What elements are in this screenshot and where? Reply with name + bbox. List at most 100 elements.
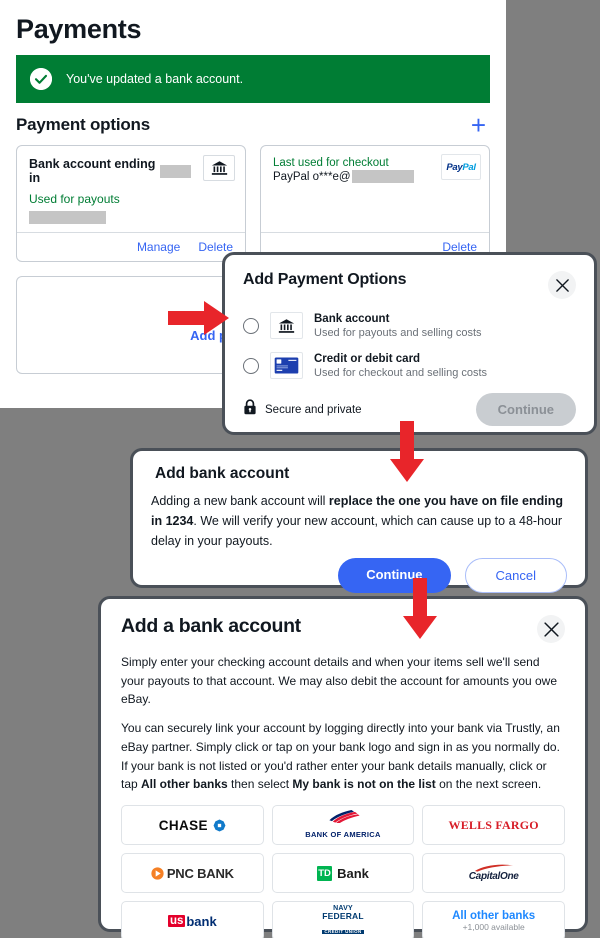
td-logo-text: Bank [337,865,369,881]
navy-federal-line-3: CREDIT UNION [322,928,364,935]
bank-list-modal-title: Add a bank account [121,615,301,637]
bank-card-detail-redacted [29,211,106,224]
td-logo-mark: TD [317,865,333,881]
pnc-circle-icon [151,866,164,880]
all-other-banks-title: All other banks [452,909,536,922]
us-bank-logo-text: bank [186,913,217,929]
paypal-logo-pal: Pal [462,161,476,173]
bank-icon [203,155,235,181]
option-sub-credit-card: Used for checkout and selling costs [314,366,488,379]
option-sub-bank-account: Used for payouts and selling costs [314,326,482,339]
cancel-button[interactable]: Cancel [464,558,567,594]
add-bank-confirm-buttons: Continue Cancel [151,558,567,594]
add-bank-body-part2: . We will verify your new account, which… [151,513,563,548]
add-bank-confirm-title: Add bank account [155,465,290,482]
paypal-card-email-redacted [351,170,414,183]
payment-options-heading: Payment options [16,115,150,134]
bank-card-actions: Manage Delete [17,232,245,261]
bank-logo-grid: CHASE BANK OF AMERICA WELLS FARGO PNC BA… [121,805,565,938]
paypal-card-body: Last used for checkout PayPal o***e@ Pay… [261,146,489,232]
bank-option-navy-federal[interactable]: NAVY FEDERAL CREDIT UNION [271,901,415,938]
payment-options-header: Payment options + [16,112,490,138]
bank-card-status: Used for payouts [29,192,120,206]
arrow-to-bank-list-modal [402,578,438,640]
bank-icon [270,312,303,339]
bank-option-us-bank[interactable]: us bank [121,901,264,938]
close-icon[interactable] [548,271,576,299]
bank-option-td-bank[interactable]: TD Bank [271,853,415,894]
all-other-banks-sub: +1,000 available [462,921,525,932]
arrow-to-add-bank-modal [389,421,425,483]
boa-flag-icon [329,809,360,823]
td-bank-logo: TD Bank [317,865,369,881]
option-row-credit-card[interactable]: Credit or debit card Used for checkout a… [243,352,576,379]
paypal-logo: Pay Pal [441,154,481,180]
option-text-bank-account: Bank account Used for payouts and sellin… [314,313,482,339]
bank-card-title: Bank account ending in [29,157,156,185]
bank-card-delete-link[interactable]: Delete [198,240,233,254]
radio-credit-card[interactable] [243,357,259,374]
pnc-logo-text: PNC BANK [166,865,234,881]
page-title: Payments [16,14,142,44]
payment-options-cards: Bank account ending in Used for payouts [16,145,490,263]
lock-icon [243,399,257,420]
bank-option-all-other-banks[interactable]: All other banks +1,000 available [422,901,565,938]
p2-part-c: on the next screen. [435,777,542,792]
option-text-credit-card: Credit or debit card Used for checkout a… [314,353,487,379]
bank-option-wells-fargo[interactable]: WELLS FARGO [422,805,565,846]
add-payment-option-plus-icon[interactable]: + [471,112,490,138]
navy-federal-line-2: FEDERAL [322,911,364,922]
bank-list-modal-header: Add a bank account [121,615,565,643]
pnc-bank-logo: PNC BANK [151,866,234,881]
continue-button-disabled[interactable]: Continue [475,393,576,426]
bank-list-paragraph-2: You can securely link your account by lo… [121,719,565,794]
navy-federal-logo: NAVY FEDERAL CREDIT UNION [322,905,364,937]
payment-option-card-paypal: Last used for checkout PayPal o***e@ Pay… [260,145,490,263]
bank-of-america-logo: BANK OF AMERICA [305,809,380,842]
arrow-to-add-payment-modal [168,300,230,336]
add-payment-modal-header: Add Payment Options [243,271,576,299]
success-message: You've updated a bank account. [66,72,244,86]
secure-and-private-label: Secure and private [265,403,362,416]
success-banner: You've updated a bank account. [16,55,490,103]
boa-logo-text: BANK OF AMERICA [305,829,381,839]
bank-list-paragraph-1: Simply enter your checking account detai… [121,655,558,707]
add-a-bank-account-modal: Add a bank account Simply enter your che… [98,596,588,938]
capital-one-logo: CapitalOne [469,864,519,882]
us-bank-logo-mark: us [167,915,186,928]
bank-option-chase[interactable]: CHASE [121,805,264,846]
p2-bold-my-bank-not-on-list: My bank is not on the list [292,777,436,792]
paypal-logo-pay: Pay [446,161,463,173]
option-row-bank-account[interactable]: Bank account Used for payouts and sellin… [243,312,576,339]
us-bank-logo: us bank [167,913,217,929]
wells-fargo-logo: WELLS FARGO [448,817,539,832]
option-name-bank-account: Bank account [314,312,390,325]
chase-logo-text: CHASE [158,817,208,833]
paypal-card-title: PayPal o***e@ [273,170,351,183]
all-other-banks-label: All other banks +1,000 available [452,910,535,933]
screenshot-root: Payments You've updated a bank account. … [0,0,600,938]
p2-part-b: then select [227,777,293,792]
check-circle-icon [30,68,52,90]
chase-octagon-icon [213,819,226,831]
add-bank-confirm-body: Adding a new bank account will replace t… [151,492,567,551]
bank-card-body: Bank account ending in Used for payouts [17,146,245,232]
p2-bold-all-other-banks: All other banks [141,777,228,792]
bank-card-number-redacted [160,164,191,178]
option-name-credit-card: Credit or debit card [314,352,421,365]
add-payment-options-modal: Add Payment Options Bank account Used fo… [222,252,597,435]
close-icon[interactable] [537,615,565,643]
add-bank-account-confirm-modal: Add bank account Adding a new bank accou… [130,448,588,594]
bank-card-manage-link[interactable]: Manage [137,240,180,254]
chase-logo: CHASE [159,818,226,833]
bank-option-capital-one[interactable]: CapitalOne [422,853,565,894]
add-payment-modal-title: Add Payment Options [243,271,407,288]
bank-option-pnc-bank[interactable]: PNC BANK [121,853,264,894]
capital-one-logo-text: CapitalOne [468,871,519,883]
bank-option-bank-of-america[interactable]: BANK OF AMERICA [271,805,415,846]
radio-bank-account[interactable] [243,317,259,334]
credit-card-icon [270,352,303,379]
add-bank-body-part1: Adding a new bank account will [151,494,329,508]
payment-option-card-bank: Bank account ending in Used for payouts [16,145,246,263]
secure-and-private-note: Secure and private [243,399,362,420]
